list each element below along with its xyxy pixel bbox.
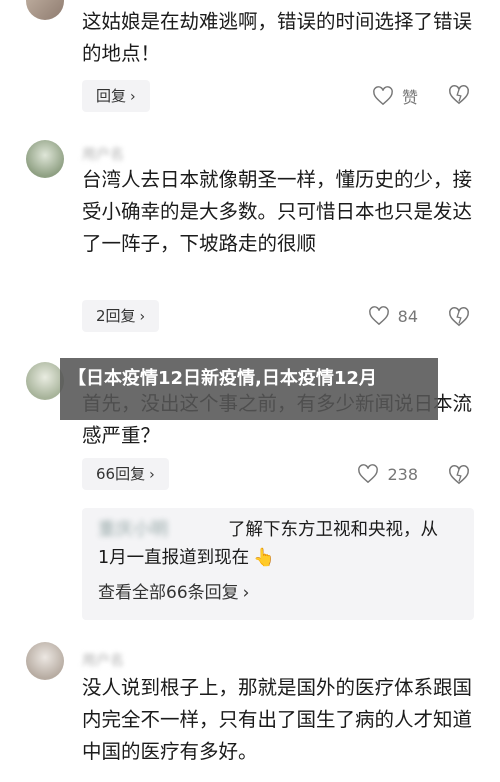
comment-text: 这姑娘是在劫难逃啊，错误的时间选择了错误的地点！ [82, 10, 473, 65]
comment-text: 台湾人去日本就像朝圣一样，懂历史的少，接受小确幸的是大多数。只可惜日本也只是发达… [82, 168, 473, 255]
reply-button[interactable]: 回复 › [82, 80, 150, 112]
chevron-right-icon: › [130, 89, 136, 105]
username[interactable]: 用户名 [82, 650, 124, 670]
like-count: 赞 [401, 88, 418, 107]
heart-icon [373, 86, 393, 106]
reply-button[interactable]: 66回复 › [82, 458, 169, 490]
sub-reply-text: 了解下东方卫视和央视，从 [228, 520, 438, 540]
reply-label: 66回复 [96, 465, 146, 483]
dislike-icon[interactable] [448, 306, 470, 328]
like-button[interactable]: 赞 [372, 84, 418, 108]
heart-icon [358, 464, 379, 484]
overlay-banner: 【日本疫情12日新疫情,日本疫情12月 [60, 358, 438, 420]
sub-reply-text: 1月一直报道到现在 [98, 548, 250, 568]
avatar[interactable] [26, 0, 64, 20]
see-all-label: 查看全部66条回复 [98, 583, 239, 603]
avatar[interactable] [26, 140, 64, 178]
like-count: 84 [397, 306, 418, 326]
username[interactable]: 用户名 [82, 144, 124, 164]
sub-reply-box[interactable]: 重庆小明 了解下东方卫视和央视，从 1月一直报道到现在 👆 查看全部66条回复 › [82, 508, 474, 620]
chevron-right-icon: › [242, 583, 250, 603]
finger-emoji-icon: 👆 [253, 548, 275, 568]
sub-reply-author[interactable]: 重庆小明 [98, 516, 228, 544]
see-all-replies-link[interactable]: 查看全部66条回复 › [98, 578, 249, 603]
comment-text: 没人说到根子上，那就是国外的医疗体系跟国内完全不一样，只有出了国生了病的人才知道… [82, 676, 473, 763]
like-button[interactable]: 238 [357, 464, 418, 484]
avatar[interactable] [26, 362, 64, 400]
overlay-banner-text: 【日本疫情12日新疫情,日本疫情12月 [68, 368, 377, 389]
chevron-right-icon: › [149, 467, 155, 483]
reply-label: 2回复 [96, 307, 136, 325]
sub-reply-line: 1月一直报道到现在 👆 [98, 544, 275, 572]
like-count: 238 [387, 464, 418, 484]
reply-button[interactable]: 2回复 › [82, 300, 160, 332]
like-button[interactable]: 84 [368, 306, 418, 326]
avatar[interactable] [26, 642, 64, 680]
heart-icon [368, 306, 389, 326]
reply-label: 回复 [96, 87, 127, 105]
sub-reply-line: 重庆小明 了解下东方卫视和央视，从 [98, 516, 438, 544]
dislike-icon[interactable] [448, 464, 470, 486]
dislike-icon[interactable] [448, 84, 470, 106]
chevron-right-icon: › [139, 309, 146, 325]
